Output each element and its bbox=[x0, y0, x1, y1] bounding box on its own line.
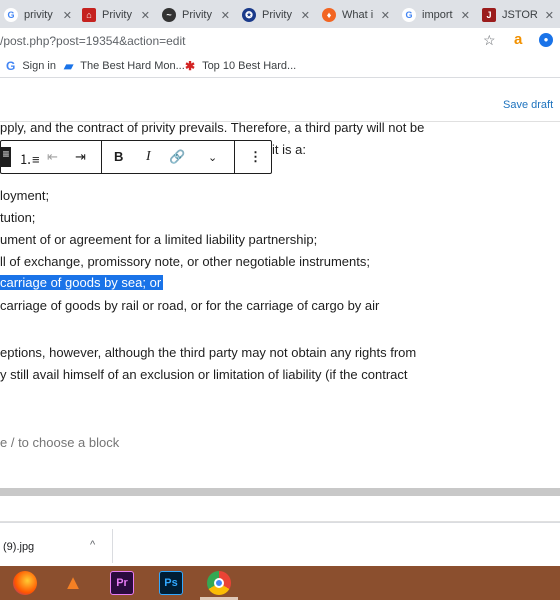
chrome-icon[interactable] bbox=[207, 571, 231, 595]
save-draft-button[interactable]: Save draft bbox=[503, 99, 553, 111]
list-item-selected: carriage of goods by sea; or bbox=[0, 275, 164, 290]
tab-label: Privity bbox=[102, 9, 132, 21]
tab-label: Privity bbox=[262, 9, 292, 21]
list-block-icon[interactable]: ≡ bbox=[1, 147, 11, 167]
italic-button[interactable]: I bbox=[146, 149, 151, 165]
google-icon: G bbox=[6, 59, 16, 73]
tab-strip: G privity ✕ ⌂ Privity ✕ ~ Privity ✕ ✪ Pr… bbox=[0, 0, 560, 28]
star-icon[interactable]: ☆ bbox=[483, 32, 496, 49]
editor-content[interactable]: pply, and the contract of privity prevai… bbox=[0, 122, 560, 484]
extension-icon[interactable]: ● bbox=[539, 33, 553, 47]
paragraph-text: it is a: bbox=[272, 142, 306, 157]
divider bbox=[112, 529, 113, 563]
downloads-shelf: (9).jpg ^ bbox=[0, 522, 560, 566]
close-icon[interactable]: ✕ bbox=[141, 9, 150, 22]
tab-jstor[interactable]: J JSTOR ✕ bbox=[482, 4, 558, 26]
ordered-list-icon[interactable]: ⒈≡ bbox=[19, 149, 40, 168]
tab-import[interactable]: G import ✕ bbox=[402, 4, 474, 26]
tab-privity-1[interactable]: G privity ✕ bbox=[4, 4, 76, 26]
tab-label: What i bbox=[342, 9, 374, 21]
download-filename[interactable]: (9).jpg bbox=[3, 541, 34, 553]
close-icon[interactable]: ✕ bbox=[63, 9, 72, 22]
premiere-icon[interactable]: Pr bbox=[110, 571, 134, 595]
address-bar: /post.php?post=19354&action=edit ☆ a ● bbox=[0, 28, 560, 54]
seal-icon: ✪ bbox=[242, 8, 256, 22]
google-icon: G bbox=[4, 8, 18, 22]
vlc-icon[interactable]: ▲ bbox=[61, 571, 85, 595]
close-icon[interactable]: ✕ bbox=[545, 9, 554, 22]
bookmark-label: Sign in bbox=[22, 60, 56, 72]
google-icon: G bbox=[402, 8, 416, 22]
paragraph-text: y still avail himself of an exclusion or… bbox=[0, 367, 408, 382]
chevron-down-icon[interactable]: ⌄ bbox=[208, 151, 217, 164]
bookmark-icon: ⌂ bbox=[82, 8, 96, 22]
paragraph-partial: pply, and the contract of privity prevai… bbox=[0, 122, 425, 135]
tag-icon: ▰ bbox=[64, 59, 74, 73]
bookmark-best-hard-mon[interactable]: ▰ The Best Hard Mon... bbox=[64, 59, 185, 73]
taskbar: ▲ Pr Ps bbox=[0, 566, 560, 600]
bold-button[interactable]: B bbox=[114, 149, 123, 164]
horizontal-scrollbar[interactable] bbox=[0, 488, 560, 496]
more-options-icon[interactable]: ⋮ bbox=[249, 149, 262, 165]
indent-icon[interactable]: ⇥ bbox=[75, 149, 86, 165]
photoshop-icon[interactable]: Ps bbox=[159, 571, 183, 595]
close-icon[interactable]: ✕ bbox=[301, 9, 310, 22]
list-item: carriage of goods by rail or road, or fo… bbox=[0, 298, 380, 313]
list-item: ument of or agreement for a limited liab… bbox=[0, 232, 318, 247]
tab-privity-3[interactable]: ~ Privity ✕ bbox=[162, 4, 234, 26]
editor-footer bbox=[0, 496, 560, 522]
jstor-icon: J bbox=[482, 8, 496, 22]
bookmark-sign-in[interactable]: G Sign in bbox=[6, 59, 56, 73]
bookmark-label: Top 10 Best Hard... bbox=[202, 60, 297, 72]
toolbar-divider bbox=[234, 141, 235, 173]
list-item: tution; bbox=[0, 210, 36, 225]
link-icon[interactable]: 🔗 bbox=[169, 149, 185, 165]
tab-label: import bbox=[422, 9, 453, 21]
firefox-icon[interactable] bbox=[13, 571, 37, 595]
bookmark-top-10[interactable]: ✱ Top 10 Best Hard... bbox=[185, 59, 296, 73]
close-icon[interactable]: ✕ bbox=[461, 9, 470, 22]
tab-privity-4[interactable]: ✪ Privity ✕ bbox=[242, 4, 314, 26]
close-icon[interactable]: ✕ bbox=[221, 9, 230, 22]
toolbar-divider bbox=[101, 141, 102, 173]
list-item: loyment; bbox=[0, 188, 50, 203]
url-field[interactable]: /post.php?post=19354&action=edit bbox=[0, 34, 185, 48]
bookmarks-bar: G Sign in ▰ The Best Hard Mon... ✱ Top 1… bbox=[0, 54, 560, 78]
amazon-icon[interactable]: a bbox=[514, 31, 528, 48]
close-icon[interactable]: ✕ bbox=[381, 9, 390, 22]
tab-privity-2[interactable]: ⌂ Privity ✕ bbox=[82, 4, 154, 26]
list-item: ll of exchange, promissory note, or othe… bbox=[0, 254, 370, 269]
block-toolbar: ≡ ⒈≡ ⇤ ⇥ B I 🔗 ⌄ ⋮ bbox=[0, 140, 272, 174]
block-placeholder[interactable]: e / to choose a block bbox=[0, 435, 119, 450]
paragraph-text: eptions, however, although the third par… bbox=[0, 345, 417, 360]
yelp-icon: ✱ bbox=[185, 59, 196, 73]
chrome-center bbox=[214, 578, 224, 588]
tab-what-is[interactable]: ♦ What i ✕ bbox=[322, 4, 394, 26]
tab-label: JSTOR bbox=[502, 9, 538, 21]
tab-label: Privity bbox=[182, 9, 212, 21]
outdent-icon[interactable]: ⇤ bbox=[47, 149, 58, 165]
bookmark-label: The Best Hard Mon... bbox=[80, 60, 185, 72]
tab-label: privity bbox=[24, 9, 53, 21]
chevron-up-icon[interactable]: ^ bbox=[90, 539, 95, 551]
flame-icon: ♦ bbox=[322, 8, 336, 22]
editor-header: Save draft bbox=[0, 78, 560, 122]
swirl-icon: ~ bbox=[162, 8, 176, 22]
